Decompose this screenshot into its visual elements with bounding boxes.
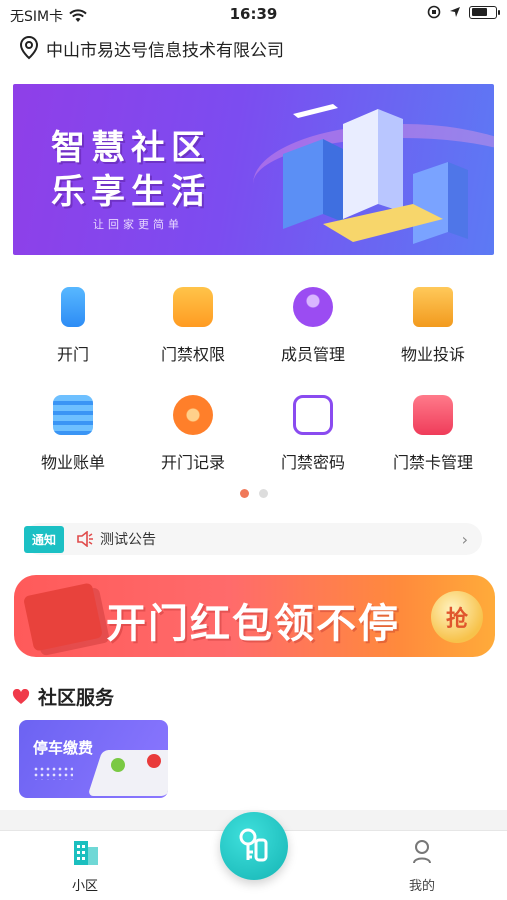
grid-item-label: 物业账单	[40, 453, 105, 472]
card-icon	[413, 395, 453, 435]
vote-box-icon	[413, 287, 453, 327]
grid-item-label: 门禁权限	[160, 345, 225, 364]
grid-item-member-management[interactable]: 成员管理	[253, 267, 373, 367]
dot-pattern	[33, 766, 73, 780]
location-name: 中山市易达号信息技术有限公司	[46, 40, 284, 61]
grid-item-access-password[interactable]: 门禁密码	[253, 375, 373, 475]
chevron-right-icon: ›	[461, 529, 468, 549]
page-dot	[258, 489, 268, 498]
tab-home[interactable]: 小区	[45, 837, 125, 894]
notice-text: 测试公告	[100, 532, 157, 548]
grab-button[interactable]: 抢	[431, 591, 483, 643]
section-title-text: 社区服务	[38, 687, 115, 709]
tab-home-label: 小区	[71, 879, 98, 894]
password-icon	[293, 395, 333, 435]
user-icon	[413, 840, 431, 864]
grid-item-label: 开门	[56, 345, 89, 364]
banner-title-line2: 乐享生活	[51, 172, 211, 212]
grid-item-label: 开门记录	[160, 453, 225, 472]
tab-mine-label: 我的	[408, 879, 435, 894]
service-parking-payment[interactable]: 停车缴费	[19, 720, 168, 798]
red-envelope-icon	[22, 582, 104, 652]
city-buildings-illustration	[283, 104, 468, 244]
grid-page-indicator[interactable]	[0, 489, 507, 498]
access-permission-icon	[173, 287, 213, 327]
notice-bar[interactable]: 通知 测试公告 ›	[24, 523, 482, 555]
bill-icon	[53, 395, 93, 435]
grid-item-access-permission[interactable]: 门禁权限	[133, 267, 253, 367]
parking-pin-icon	[111, 758, 125, 772]
battery-icon	[469, 5, 500, 19]
grid-item-open-records[interactable]: 开门记录	[133, 375, 253, 475]
record-icon	[173, 395, 213, 435]
hero-banner[interactable]: 智慧社区 乐享生活 让回家更简单	[13, 84, 494, 255]
location-pin-icon	[19, 35, 39, 60]
rotation-lock-icon	[427, 5, 441, 19]
key-icon	[239, 828, 268, 862]
promo-text: 开门红包领不停	[106, 601, 400, 647]
location-selector[interactable]: 中山市易达号信息技术有限公司	[18, 35, 284, 61]
speaker-icon	[77, 531, 94, 547]
building-icon	[74, 841, 98, 865]
grid-item-label: 成员管理	[280, 345, 345, 364]
grid-item-property-complaint[interactable]: 物业投诉	[373, 267, 493, 367]
service-label: 停车缴费	[33, 739, 94, 757]
red-packet-banner[interactable]: 开门红包领不停 抢	[14, 575, 495, 657]
page-dot-active	[239, 489, 249, 498]
heart-icon	[12, 688, 30, 704]
tab-mine[interactable]: 我的	[382, 837, 462, 894]
grid-item-access-card[interactable]: 门禁卡管理	[373, 375, 493, 475]
location-arrow-icon	[450, 7, 460, 17]
phone-nfc-icon	[61, 287, 85, 327]
grid-item-label: 门禁卡管理	[392, 453, 473, 472]
banner-title-line1: 智慧社区	[51, 128, 211, 168]
feature-grid: 开门 门禁权限 成员管理 物业投诉 物业账单 开门记录 门禁密码 门禁卡管理	[13, 267, 494, 472]
grid-item-open-door[interactable]: 开门	[13, 267, 133, 367]
member-icon	[293, 287, 333, 327]
grid-item-property-bill[interactable]: 物业账单	[13, 375, 133, 475]
parking-pin-icon	[147, 754, 161, 768]
notice-tag: 通知	[24, 525, 65, 553]
open-door-center-button[interactable]	[220, 812, 288, 880]
section-title-community: 社区服务	[12, 683, 114, 710]
grid-item-label: 门禁密码	[280, 453, 345, 472]
grid-item-label: 物业投诉	[400, 345, 465, 364]
banner-subtitle: 让回家更简单	[93, 218, 183, 231]
status-bar: 无SIM卡 16:39	[0, 0, 507, 30]
